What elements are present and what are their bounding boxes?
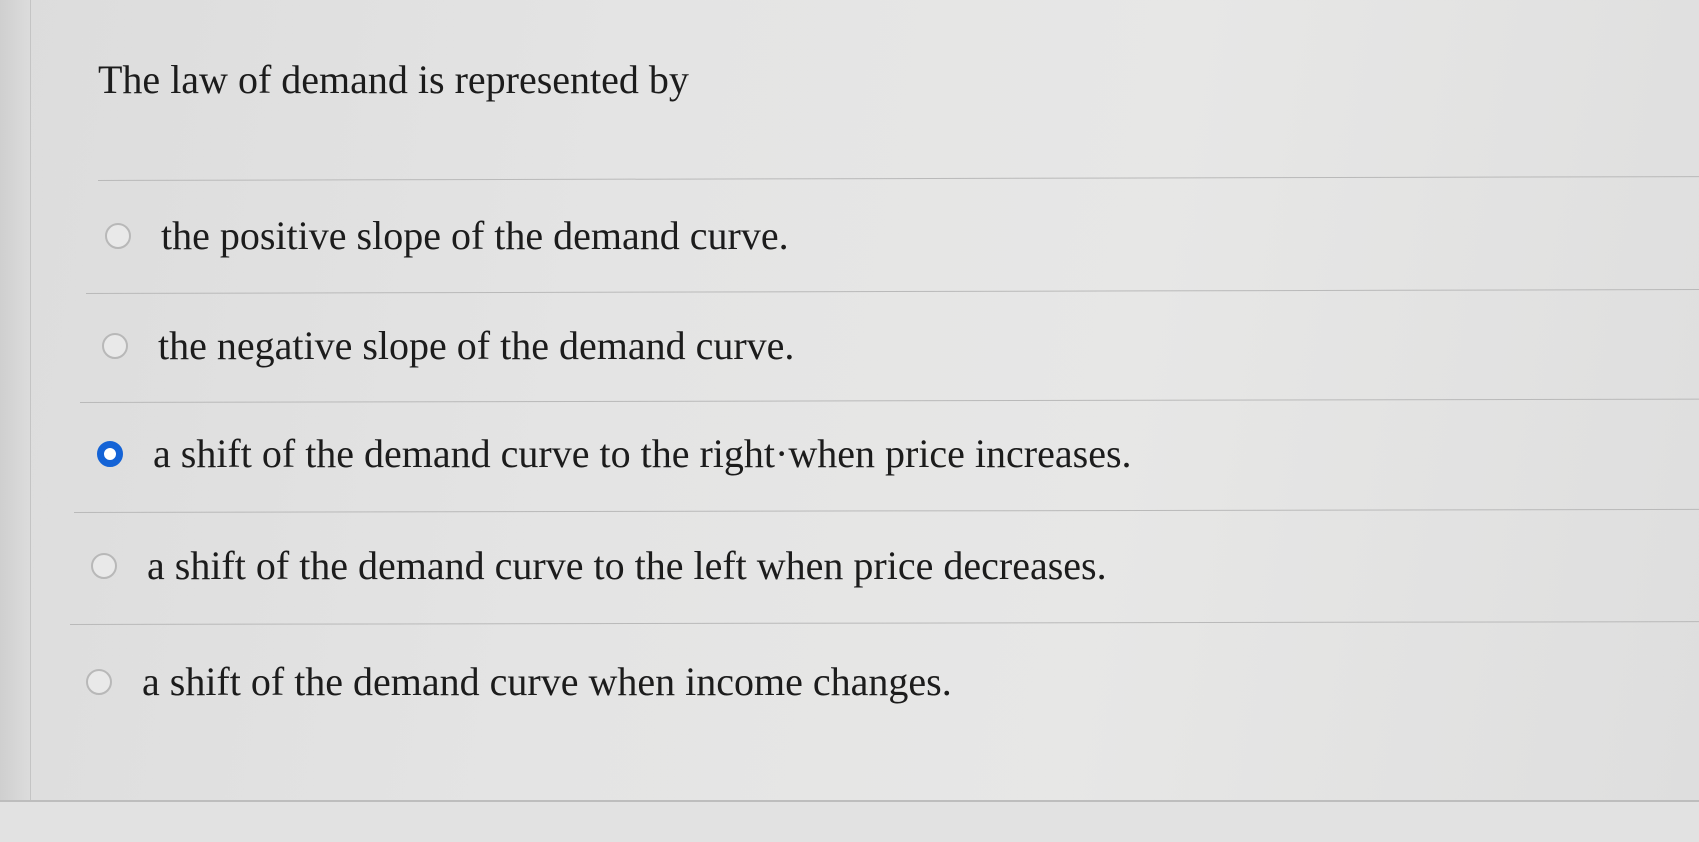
option-label: a shift of the demand curve to the right…: [153, 431, 1132, 476]
answer-option-1[interactable]: the positive slope of the demand curve.: [105, 210, 789, 262]
divider: [79, 398, 1699, 403]
option-label: the negative slope of the demand curve.: [158, 323, 795, 368]
divider: [97, 176, 1699, 181]
bottom-screen-edge: [0, 800, 1699, 842]
radio-button-unselected[interactable]: [91, 553, 117, 579]
divider: [85, 289, 1699, 294]
divider: [73, 508, 1699, 513]
answer-option-3[interactable]: a shift of the demand curve to the right…: [97, 428, 1132, 480]
option-label: a shift of the demand curve to the left …: [147, 543, 1107, 588]
answer-option-2[interactable]: the negative slope of the demand curve.: [102, 320, 794, 372]
radio-button-unselected[interactable]: [86, 669, 112, 695]
radio-button-selected[interactable]: [97, 441, 123, 467]
radio-button-unselected[interactable]: [105, 223, 131, 249]
left-screen-edge: [0, 0, 31, 840]
divider: [69, 621, 1699, 625]
answer-option-5[interactable]: a shift of the demand curve when income …: [86, 656, 952, 708]
answer-option-4[interactable]: a shift of the demand curve to the left …: [91, 540, 1107, 592]
option-label: a shift of the demand curve when income …: [142, 659, 952, 704]
option-label: the positive slope of the demand curve.: [161, 213, 789, 258]
question-text: The law of demand is represented by: [98, 57, 689, 102]
radio-button-unselected[interactable]: [102, 333, 128, 359]
